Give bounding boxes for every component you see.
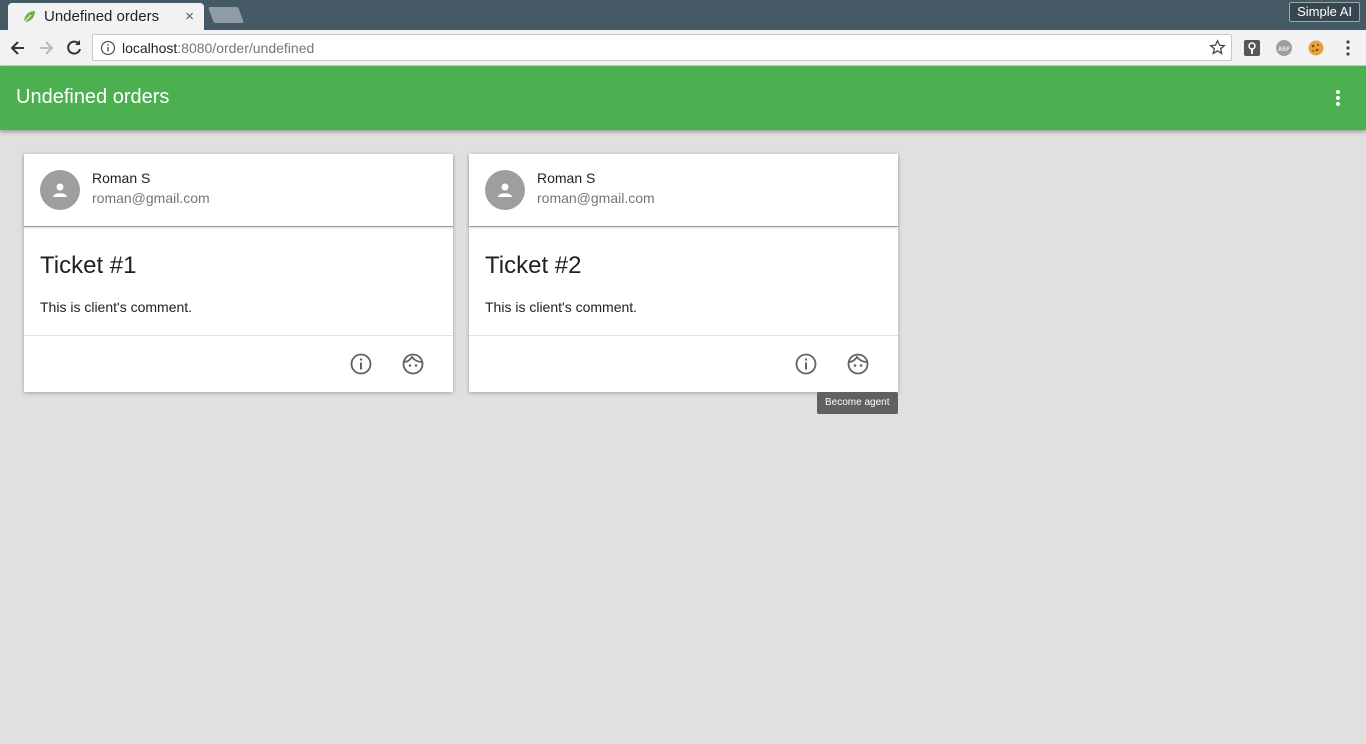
ticket-title: Ticket #2 [485,252,582,279]
info-icon[interactable] [349,352,373,376]
become-agent-face-icon[interactable] [846,352,870,376]
become-agent-face-icon[interactable] [401,352,425,376]
browser-menu-icon[interactable] [1339,39,1357,57]
bookmark-star-icon[interactable] [1209,39,1226,56]
app-bar: Undefined orders [0,66,1366,130]
forward-arrow-icon[interactable] [36,38,56,58]
user-name: Roman S [537,170,596,186]
adblock-extension-icon[interactable]: ABP [1275,39,1293,57]
user-email: roman@gmail.com [92,190,210,206]
ticket-comment: This is client's comment. [485,299,638,315]
avatar [40,170,80,210]
info-icon[interactable] [794,352,818,376]
new-tab-button[interactable] [208,7,244,23]
tab-title: Undefined orders [44,8,160,25]
ticket-card: Roman S roman@gmail.com Ticket #1 This i… [24,154,453,392]
url-path: :8080/order/undefined [177,39,315,56]
card-header: Roman S roman@gmail.com [24,154,453,227]
back-arrow-icon[interactable] [8,38,28,58]
user-email: roman@gmail.com [537,190,655,206]
reload-icon[interactable] [64,38,84,58]
tab-close-icon[interactable]: × [185,8,194,25]
cookie-extension-icon[interactable] [1307,39,1325,57]
card-actions [469,335,898,392]
browser-toolbar: localhost :8080/order/undefined ABP [0,30,1366,66]
avatar [485,170,525,210]
keeper-extension-icon[interactable] [1243,39,1261,57]
become-agent-tooltip: Become agent [817,392,898,414]
url-host: localhost [122,39,178,56]
more-vert-icon[interactable] [1328,88,1348,108]
address-bar[interactable]: localhost :8080/order/undefined [92,34,1232,61]
person-icon [498,183,512,197]
card-header: Roman S roman@gmail.com [469,154,898,227]
page-title: Undefined orders [16,86,170,108]
profile-button[interactable]: Simple AI [1289,2,1360,22]
user-name: Roman S [92,170,151,186]
tab-strip: Undefined orders × Simple AI [0,0,1366,30]
ticket-title: Ticket #1 [40,252,137,279]
person-icon [53,183,67,197]
card-actions [24,335,453,392]
site-info-icon[interactable] [100,40,116,56]
ticket-comment: This is client's comment. [40,299,193,315]
browser-tab[interactable]: Undefined orders × [8,3,204,30]
ticket-card: Roman S roman@gmail.com Ticket #2 This i… [469,154,898,392]
svg-text:ABP: ABP [1278,46,1290,53]
leaf-icon [23,10,35,22]
